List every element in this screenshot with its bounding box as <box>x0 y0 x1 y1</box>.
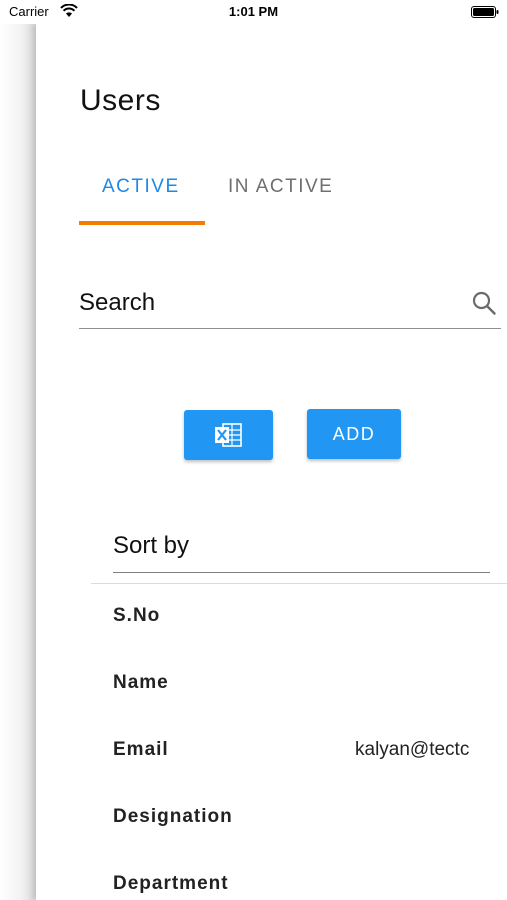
search-icon[interactable] <box>471 290 497 316</box>
field-label: Email <box>113 739 169 760</box>
tab-indicator <box>79 221 205 225</box>
field-row-department: Department <box>113 873 507 900</box>
sort-by-field[interactable]: Sort by <box>113 526 490 573</box>
field-row-designation: Designation <box>113 806 507 836</box>
export-excel-button[interactable] <box>184 410 273 460</box>
tab-inactive[interactable]: IN ACTIVE <box>228 176 333 198</box>
field-label: Designation <box>113 806 233 827</box>
field-row-email: Email kalyan@tectc <box>113 739 507 769</box>
field-row-sno: S.No <box>113 605 507 635</box>
add-user-button[interactable]: ADD <box>307 409 401 459</box>
field-label: S.No <box>113 605 161 626</box>
sort-by-label: Sort by <box>113 532 190 559</box>
field-value: kalyan@tectc <box>355 739 470 760</box>
search-bar <box>79 282 501 329</box>
excel-icon <box>215 423 242 447</box>
battery-icon <box>471 6 499 18</box>
field-row-name: Name <box>113 672 507 702</box>
field-label: Department <box>113 873 229 894</box>
tab-active[interactable]: ACTIVE <box>102 176 180 198</box>
field-label: Name <box>113 672 169 693</box>
status-bar: Carrier 1:01 PM <box>0 0 507 24</box>
page-title: Users <box>80 84 161 117</box>
drawer-shadow <box>0 24 36 900</box>
clock: 1:01 PM <box>228 4 279 19</box>
search-input[interactable] <box>79 286 459 320</box>
divider <box>91 583 507 584</box>
users-panel: Users ACTIVE IN ACTIVE ADD Sort by S.No … <box>36 24 507 900</box>
